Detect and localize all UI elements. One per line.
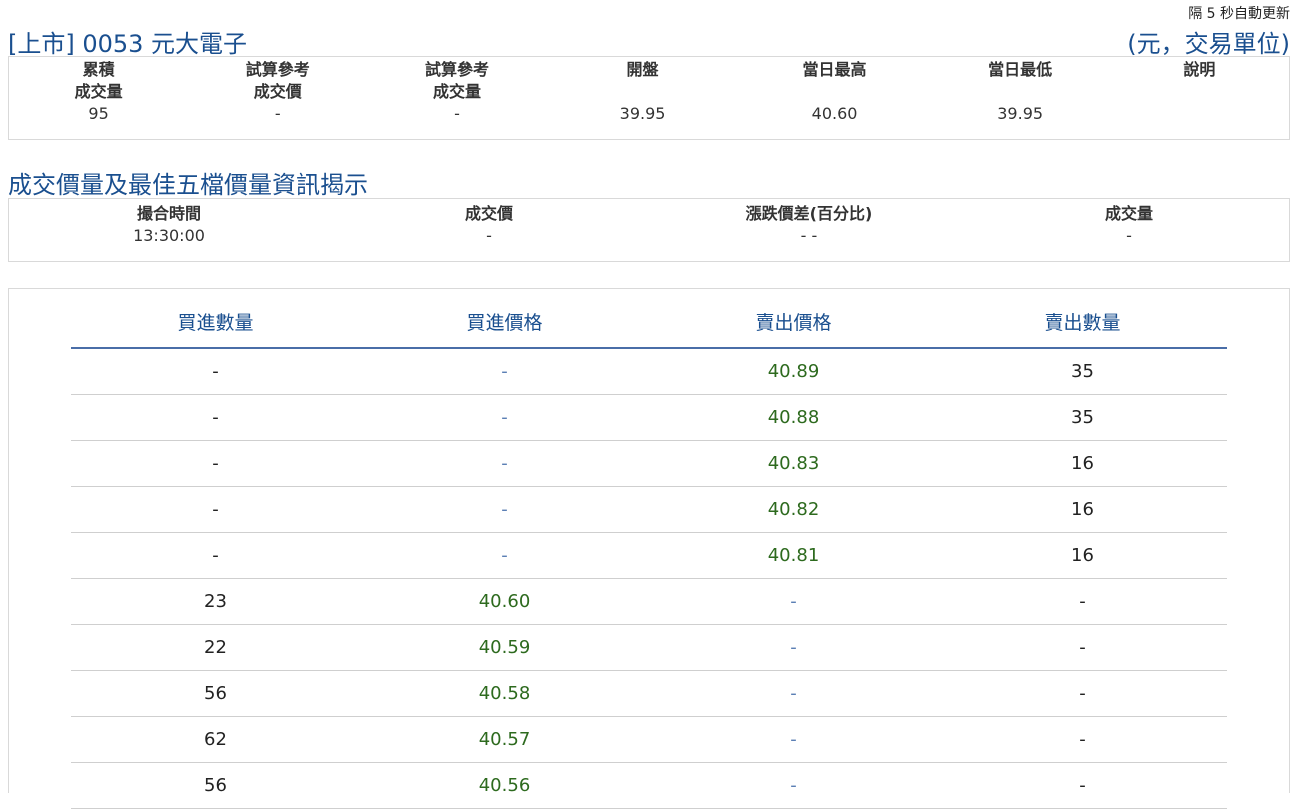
bid-qty-cell: - (71, 440, 360, 487)
order-book-header-row: 買進數量 買進價格 賣出價格 賣出數量 (71, 295, 1227, 349)
ask-qty-cell: 35 (938, 348, 1227, 395)
bid-price-cell: - (360, 348, 649, 395)
order-book-table: 買進數量 買進價格 賣出價格 賣出數量 - -40.89 35 - -40.88 35 … (71, 295, 1227, 809)
ask-price-cell: 40.82 (649, 486, 938, 533)
ask-price-cell: - (649, 762, 938, 809)
summary-col-high: 當日最高 (802, 60, 867, 79)
ask-qty-cell: - (938, 716, 1227, 763)
bid-qty-cell: - (71, 486, 360, 533)
summary-note-value (1110, 103, 1289, 125)
bid-price-cell: 40.58 (360, 670, 649, 717)
summary-col-open: 開盤 (626, 60, 659, 79)
trade-col-time: 撮合時間 (136, 204, 201, 223)
summary-col-ref-price: 試算參考 成交價 (245, 60, 310, 101)
table-row: 23 40.60- - (71, 578, 1227, 625)
summary-table: 累積 成交量 試算參考 成交價 試算參考 成交量 開盤 當日最高 當日最低 說明 95… (9, 59, 1289, 125)
trade-col-change: 漲跌價差(百分比) (745, 204, 873, 223)
bid-price-cell: - (360, 440, 649, 487)
summary-panel: 累積 成交量 試算參考 成交價 試算參考 成交量 開盤 當日最高 當日最低 說明 95… (8, 56, 1290, 140)
ask-price-cell: 40.89 (649, 348, 938, 395)
ask-qty-cell: - (938, 624, 1227, 671)
section-title: 成交價量及最佳五檔價量資訊揭示 (8, 171, 368, 199)
title-bar: [上市] 0053 元大電子 (元，交易單位) (8, 22, 1290, 58)
bid-price-cell: 40.57 (360, 716, 649, 763)
col-bid-price: 買進價格 (360, 295, 649, 349)
trade-volume-value: - (1126, 226, 1132, 245)
table-row: - -40.89 35 (71, 348, 1227, 395)
ask-qty-cell: - (938, 670, 1227, 717)
ask-qty-cell: 16 (938, 440, 1227, 487)
bid-qty-cell: 22 (71, 624, 360, 671)
bid-qty-cell: 56 (71, 670, 360, 717)
summary-header-row: 累積 成交量 試算參考 成交價 試算參考 成交量 開盤 當日最高 當日最低 說明 (9, 59, 1289, 103)
bid-qty-cell: 56 (71, 762, 360, 809)
ask-qty-cell: 16 (938, 532, 1227, 579)
trade-header-row: 撮合時間 成交價 漲跌價差(百分比) 成交量 (9, 203, 1289, 225)
summary-open-value: 39.95 (619, 104, 666, 123)
table-row: 56 40.58- - (71, 670, 1227, 717)
bid-price-cell: - (360, 486, 649, 533)
bid-qty-cell: - (71, 532, 360, 579)
summary-col-low: 當日最低 (988, 60, 1053, 79)
col-ask-price: 賣出價格 (649, 295, 938, 349)
ask-price-cell: - (649, 578, 938, 625)
refresh-note: 隔 5 秒自動更新 (1188, 6, 1290, 22)
ask-qty-cell: - (938, 578, 1227, 625)
summary-col-note: 說明 (1183, 60, 1216, 79)
ask-price-cell: 40.88 (649, 394, 938, 441)
summary-high-value: 40.60 (811, 104, 858, 123)
table-row: 22 40.59- - (71, 624, 1227, 671)
bid-price-cell: - (360, 394, 649, 441)
summary-col-volume: 累積 成交量 (74, 60, 123, 101)
ask-qty-cell: - (938, 762, 1227, 809)
trade-panel: 撮合時間 成交價 漲跌價差(百分比) 成交量 13:30:00 - - - - (8, 198, 1290, 262)
trade-change-value: - - (800, 226, 818, 245)
table-row: - -40.88 35 (71, 394, 1227, 441)
table-row: - -40.81 16 (71, 532, 1227, 579)
trade-col-price: 成交價 (464, 204, 513, 223)
summary-ref-volume-value: - (454, 104, 460, 123)
summary-col-ref-volume: 試算參考 成交量 (424, 60, 489, 101)
table-row: 62 40.57- - (71, 716, 1227, 763)
unit-note: (元，交易單位) (1127, 30, 1290, 58)
summary-volume-value: 95 (88, 104, 109, 123)
trade-value-row: 13:30:00 - - - - (9, 225, 1289, 247)
ask-price-cell: 40.83 (649, 440, 938, 487)
summary-low-value: 39.95 (997, 104, 1044, 123)
ask-price-cell: - (649, 624, 938, 671)
ask-qty-cell: 16 (938, 486, 1227, 533)
bid-price-cell: 40.59 (360, 624, 649, 671)
ask-price-cell: - (649, 670, 938, 717)
bid-price-cell: - (360, 532, 649, 579)
bid-qty-cell: - (71, 348, 360, 395)
summary-value-row: 95 - - 39.95 40.60 39.95 (9, 103, 1289, 125)
ask-price-cell: - (649, 716, 938, 763)
col-ask-qty: 賣出數量 (938, 295, 1227, 349)
trade-table: 撮合時間 成交價 漲跌價差(百分比) 成交量 13:30:00 - - - - (9, 203, 1289, 247)
trade-price-value: - (486, 226, 492, 245)
table-row: - -40.83 16 (71, 440, 1227, 487)
bid-price-cell: 40.56 (360, 762, 649, 809)
trade-time-value: 13:30:00 (133, 226, 205, 245)
trade-col-volume: 成交量 (1104, 204, 1153, 223)
table-row: 56 40.56- - (71, 762, 1227, 809)
summary-ref-price-value: - (274, 104, 281, 123)
ask-qty-cell: 35 (938, 394, 1227, 441)
table-row: - -40.82 16 (71, 486, 1227, 533)
bid-qty-cell: - (71, 394, 360, 441)
order-book-panel: 買進數量 買進價格 賣出價格 賣出數量 - -40.89 35 - -40.88 35 … (8, 288, 1290, 809)
bid-qty-cell: 23 (71, 578, 360, 625)
ask-price-cell: 40.81 (649, 532, 938, 579)
stock-title: [上市] 0053 元大電子 (8, 30, 248, 58)
bid-price-cell: 40.60 (360, 578, 649, 625)
bid-qty-cell: 62 (71, 716, 360, 763)
col-bid-qty: 買進數量 (71, 295, 360, 349)
